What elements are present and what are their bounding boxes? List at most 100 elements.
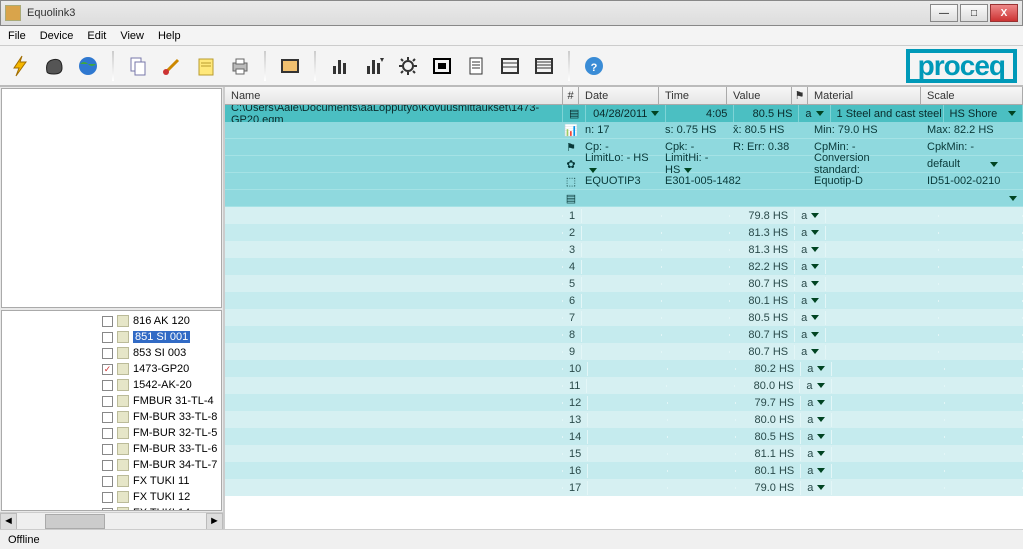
col-name[interactable]: Name <box>225 87 563 104</box>
data-row[interactable]: 281.3 HSa <box>225 224 1023 241</box>
cell-flag[interactable]: a <box>795 311 826 325</box>
tree-item[interactable]: FM-BUR 34-TL-7 <box>102 457 221 473</box>
data-row[interactable]: 179.8 HSa <box>225 207 1023 224</box>
list1-icon[interactable] <box>496 52 524 80</box>
maximize-button[interactable]: □ <box>960 4 988 22</box>
checkbox[interactable] <box>102 332 113 343</box>
data-row[interactable]: 980.7 HSa <box>225 343 1023 360</box>
selected-scale[interactable]: HS Shore <box>944 105 1023 122</box>
checkbox[interactable] <box>102 492 113 503</box>
checkbox[interactable] <box>102 476 113 487</box>
checkbox[interactable] <box>102 348 113 359</box>
frame-icon[interactable] <box>276 52 304 80</box>
cell-flag[interactable]: a <box>800 379 831 393</box>
scroll-left-button[interactable]: ◄ <box>0 513 17 530</box>
tree-item[interactable]: FX TUKI 14 <box>102 505 221 511</box>
tree-item[interactable]: 851 SI 001 <box>102 329 221 345</box>
tree-item[interactable]: ✓1473-GP20 <box>102 361 221 377</box>
checkbox[interactable] <box>102 508 113 512</box>
data-row[interactable]: 1180.0 HSa <box>225 377 1023 394</box>
menu-view[interactable]: View <box>120 30 144 42</box>
data-row[interactable]: 381.3 HSa <box>225 241 1023 258</box>
menu-device[interactable]: Device <box>40 30 74 42</box>
blob-icon[interactable] <box>40 52 68 80</box>
gear-icon[interactable] <box>394 52 422 80</box>
selected-value[interactable]: 80.5 HS <box>734 105 799 122</box>
bars2-icon[interactable] <box>360 52 388 80</box>
cell-flag[interactable]: a <box>795 294 826 308</box>
col-date[interactable]: Date <box>579 87 659 104</box>
checkbox[interactable] <box>102 428 113 439</box>
data-row[interactable]: 1581.1 HSa <box>225 445 1023 462</box>
globe-icon[interactable] <box>74 52 102 80</box>
selected-flag[interactable]: a <box>799 105 830 122</box>
stat-convval[interactable]: default <box>921 157 1004 171</box>
data-row[interactable]: 482.2 HSa <box>225 258 1023 275</box>
menu-file[interactable]: File <box>8 30 26 42</box>
checkbox[interactable]: ✓ <box>102 364 113 375</box>
cell-flag[interactable]: a <box>801 362 832 376</box>
data-row[interactable]: 1080.2 HSa <box>225 360 1023 377</box>
bars1-icon[interactable] <box>326 52 354 80</box>
close-button[interactable]: X <box>990 4 1018 22</box>
tree-item[interactable]: FM-BUR 33-TL-6 <box>102 441 221 457</box>
scroll-thumb[interactable] <box>45 514 105 529</box>
notes-icon[interactable] <box>192 52 220 80</box>
data-row[interactable]: 780.5 HSa <box>225 309 1023 326</box>
file-tree[interactable]: 816 AK 120851 SI 001853 SI 003✓1473-GP20… <box>1 310 222 511</box>
tree-item[interactable]: FM-BUR 32-TL-5 <box>102 425 221 441</box>
cell-flag[interactable]: a <box>795 328 826 342</box>
tree-item[interactable]: FMBUR 31-TL-4 <box>102 393 221 409</box>
data-row[interactable]: 580.7 HSa <box>225 275 1023 292</box>
col-scale[interactable]: Scale <box>921 87 1023 104</box>
cell-flag[interactable]: a <box>795 345 826 359</box>
data-row[interactable]: 1779.0 HSa <box>225 479 1023 496</box>
list2-icon[interactable] <box>530 52 558 80</box>
tree-item[interactable]: 1542-AK-20 <box>102 377 221 393</box>
upper-tree[interactable] <box>1 88 222 308</box>
copy-icon[interactable] <box>124 52 152 80</box>
brush-icon[interactable] <box>158 52 186 80</box>
doc-icon[interactable] <box>462 52 490 80</box>
data-row[interactable]: 1380.0 HSa <box>225 411 1023 428</box>
cell-flag[interactable]: a <box>801 396 832 410</box>
tree-item[interactable]: FX TUKI 12 <box>102 489 221 505</box>
checkbox[interactable] <box>102 412 113 423</box>
tree-hscrollbar[interactable]: ◄ ► <box>0 512 223 529</box>
cell-flag[interactable]: a <box>801 481 832 495</box>
data-row[interactable]: 680.1 HSa <box>225 292 1023 309</box>
data-row[interactable]: 1480.5 HSa <box>225 428 1023 445</box>
tree-item[interactable]: 853 SI 003 <box>102 345 221 361</box>
data-row[interactable]: 1680.1 HSa <box>225 462 1023 479</box>
tree-item[interactable]: 816 AK 120 <box>102 313 221 329</box>
cell-flag[interactable]: a <box>801 430 832 444</box>
cell-flag[interactable]: a <box>801 447 832 461</box>
col-value[interactable]: Value <box>727 87 792 104</box>
printer-icon[interactable] <box>226 52 254 80</box>
checkbox[interactable] <box>102 396 113 407</box>
cell-flag[interactable]: a <box>795 209 826 223</box>
checkbox[interactable] <box>102 380 113 391</box>
scroll-right-button[interactable]: ► <box>206 513 223 530</box>
col-flag[interactable]: ⚑ <box>792 87 808 104</box>
selected-material[interactable]: 1 Steel and cast steel <box>831 105 944 122</box>
cell-flag[interactable]: a <box>801 413 832 427</box>
data-row[interactable]: 1279.7 HSa <box>225 394 1023 411</box>
cell-flag[interactable]: a <box>795 226 826 240</box>
help-icon[interactable]: ? <box>580 52 608 80</box>
selected-date[interactable]: 04/28/2011 <box>586 105 666 122</box>
stat-expand[interactable] <box>999 191 1023 205</box>
col-time[interactable]: Time <box>659 87 727 104</box>
tree-item[interactable]: FX TUKI 11 <box>102 473 221 489</box>
data-rows[interactable]: 179.8 HSa 281.3 HSa 381.3 HSa 482.2 HSa … <box>225 207 1023 529</box>
tree-item[interactable]: FM-BUR 33-TL-8 <box>102 409 221 425</box>
col-material[interactable]: Material <box>808 87 921 104</box>
col-hash[interactable]: # <box>563 87 579 104</box>
cell-flag[interactable]: a <box>795 243 826 257</box>
checkbox[interactable] <box>102 460 113 471</box>
cell-flag[interactable]: a <box>801 464 832 478</box>
selected-time[interactable]: 4:05 <box>666 105 734 122</box>
data-row[interactable]: 880.7 HSa <box>225 326 1023 343</box>
cell-flag[interactable]: a <box>795 260 826 274</box>
stat-doc-icon[interactable]: ▤ <box>563 192 579 205</box>
